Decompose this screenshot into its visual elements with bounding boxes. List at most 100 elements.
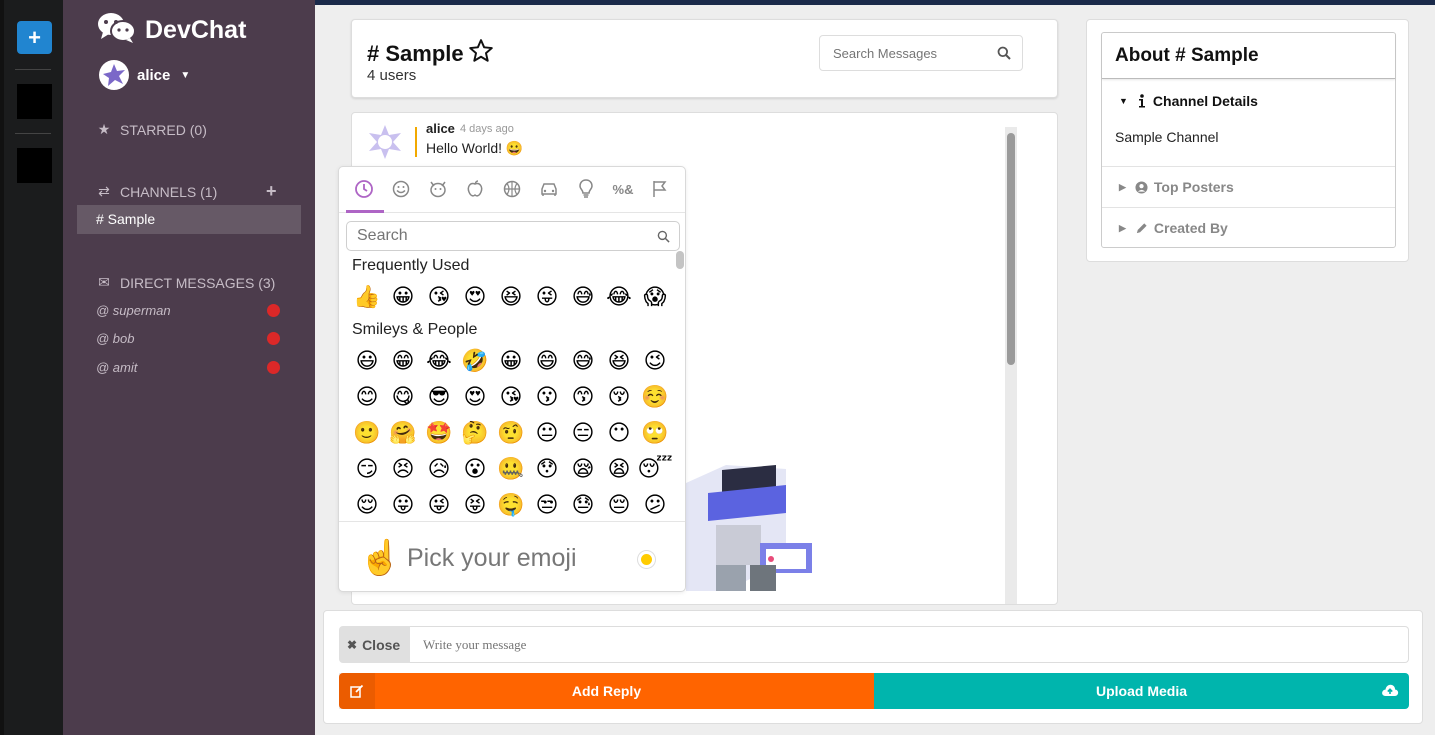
emoji-cell[interactable]: 😃 (349, 344, 385, 380)
created-by-toggle[interactable]: ▶ Created By (1119, 220, 1228, 236)
objects-icon[interactable] (575, 178, 597, 200)
symbols-icon[interactable]: %& (612, 178, 634, 200)
emoji-cell[interactable]: 😜 (529, 280, 565, 316)
team-avatar[interactable] (17, 148, 52, 183)
channel-details-toggle[interactable]: ▼ Channel Details (1119, 93, 1258, 109)
message-author[interactable]: alice (426, 121, 455, 136)
emoji-cell[interactable]: 😘 (493, 380, 529, 416)
emoji-cell[interactable]: 😏 (349, 452, 385, 488)
emoji-cell[interactable]: 😫 (601, 452, 637, 488)
emoji-cell[interactable]: 😅 (565, 280, 601, 316)
emoji-cell[interactable]: 😛 (385, 488, 421, 524)
top-posters-toggle[interactable]: ▶ Top Posters (1119, 179, 1234, 195)
emoji-cell[interactable]: ☺️ (637, 380, 673, 416)
emoji-cell[interactable]: 😊 (349, 380, 385, 416)
emoji-cell[interactable]: 😒 (529, 488, 565, 524)
emoji-cell[interactable]: 🙄 (637, 416, 673, 452)
emoji-scrollbar[interactable] (675, 251, 685, 521)
emoji-cell[interactable]: 🤤 (493, 488, 529, 524)
sidebar: DevChat alice ▼ ★ STARRED (0) ⇄ CHANNELS… (63, 0, 315, 735)
top-posters-label: Top Posters (1153, 179, 1234, 195)
emoji-cell[interactable]: 😍 (457, 280, 493, 316)
emoji-cell[interactable]: 😉 (637, 344, 673, 380)
message-scrollbar[interactable] (1005, 127, 1017, 604)
emoji-cell[interactable]: 😕 (637, 488, 673, 524)
emoji-preview: ☝️ Pick your emoji (339, 521, 685, 591)
skin-tone-selector[interactable] (638, 551, 655, 568)
emoji-cell[interactable]: 😔 (601, 488, 637, 524)
emoji-cell[interactable]: 😂 (601, 280, 637, 316)
emoji-cell[interactable]: 😥 (421, 452, 457, 488)
emoji-cell[interactable]: 😐 (529, 416, 565, 452)
emoji-cell[interactable]: 🙂 (349, 416, 385, 452)
search-input[interactable] (820, 36, 1022, 70)
emoji-cell[interactable]: 😆 (493, 280, 529, 316)
close-button[interactable]: ✖ Close (339, 626, 410, 663)
activity-icon[interactable] (501, 178, 523, 200)
add-channel-button[interactable]: + (266, 181, 277, 202)
emoji-cell[interactable]: 😘 (421, 280, 457, 316)
emoji-cell[interactable]: 😁 (385, 344, 421, 380)
emoji-cell[interactable]: 👍 (349, 280, 385, 316)
emoji-cell[interactable]: 😎 (421, 380, 457, 416)
emoji-cell[interactable]: 😴 (637, 452, 673, 488)
emoji-cell[interactable]: 😀 (493, 344, 529, 380)
travel-icon[interactable] (538, 178, 560, 200)
add-reply-label: Add Reply (571, 683, 642, 699)
user-menu[interactable]: alice ▼ (99, 60, 190, 90)
emoji-cell[interactable]: 😶 (601, 416, 637, 452)
add-reply-button[interactable]: Add Reply (339, 673, 874, 709)
emoji-cell[interactable]: 😚 (601, 380, 637, 416)
message-input[interactable] (410, 627, 1408, 662)
emoji-cell[interactable]: 🤣 (457, 344, 493, 380)
emoji-cell[interactable]: 😅 (565, 344, 601, 380)
dm-item-superman[interactable]: @ superman (96, 303, 171, 318)
emoji-cell[interactable]: 😣 (385, 452, 421, 488)
status-dot (267, 361, 280, 374)
emoji-cell[interactable]: 😪 (565, 452, 601, 488)
sidebar-item-sample[interactable]: # Sample (77, 205, 301, 234)
search-icon[interactable] (997, 46, 1011, 65)
emoji-search-input[interactable] (347, 222, 679, 250)
emoji-cell[interactable]: 🤨 (493, 416, 529, 452)
smileys-icon[interactable] (390, 178, 412, 200)
emoji-cell[interactable]: 😯 (529, 452, 565, 488)
emoji-cell[interactable]: 😋 (385, 380, 421, 416)
flags-icon[interactable] (649, 178, 671, 200)
scrollbar-thumb[interactable] (676, 251, 684, 269)
emoji-cell[interactable]: 🤗 (385, 416, 421, 452)
emoji-cell[interactable]: 😌 (349, 488, 385, 524)
food-icon[interactable] (464, 178, 486, 200)
animals-icon[interactable] (427, 178, 449, 200)
emoji-cell[interactable]: 😆 (601, 344, 637, 380)
emoji-cell[interactable]: 🤩 (421, 416, 457, 452)
emoji-cell[interactable]: 🤔 (457, 416, 493, 452)
recent-icon[interactable] (353, 178, 375, 200)
caret-right-icon: ▶ (1119, 181, 1126, 192)
scrollbar-thumb[interactable] (1007, 133, 1015, 365)
emoji-cell[interactable]: 😍 (457, 380, 493, 416)
emoji-cell[interactable]: 😄 (529, 344, 565, 380)
emoji-cell[interactable]: 😂 (421, 344, 457, 380)
close-icon: ✖ (347, 637, 358, 652)
upload-media-button[interactable]: Upload Media (874, 673, 1409, 709)
exchange-icon: ⇄ (98, 183, 110, 199)
strip-divider (15, 133, 51, 134)
channel-header: # Sample 4 users (351, 19, 1058, 98)
emoji-cell[interactable]: 😀 (385, 280, 421, 316)
dm-item-bob[interactable]: @ bob (96, 331, 135, 346)
emoji-cell[interactable]: 😱 (637, 280, 673, 316)
emoji-cell[interactable]: 😑 (565, 416, 601, 452)
emoji-cell[interactable]: 🤐 (493, 452, 529, 488)
star-outline-icon[interactable] (464, 38, 494, 70)
dm-item-amit[interactable]: @ amit (96, 360, 137, 375)
emoji-cell[interactable]: 😜 (421, 488, 457, 524)
emoji-cell[interactable]: 😮 (457, 452, 493, 488)
team-avatar[interactable] (17, 84, 52, 119)
caret-down-icon: ▼ (180, 69, 191, 81)
emoji-cell[interactable]: 😙 (565, 380, 601, 416)
emoji-cell[interactable]: 😝 (457, 488, 493, 524)
add-team-button[interactable]: + (17, 21, 52, 54)
emoji-cell[interactable]: 😗 (529, 380, 565, 416)
emoji-cell[interactable]: 😓 (565, 488, 601, 524)
